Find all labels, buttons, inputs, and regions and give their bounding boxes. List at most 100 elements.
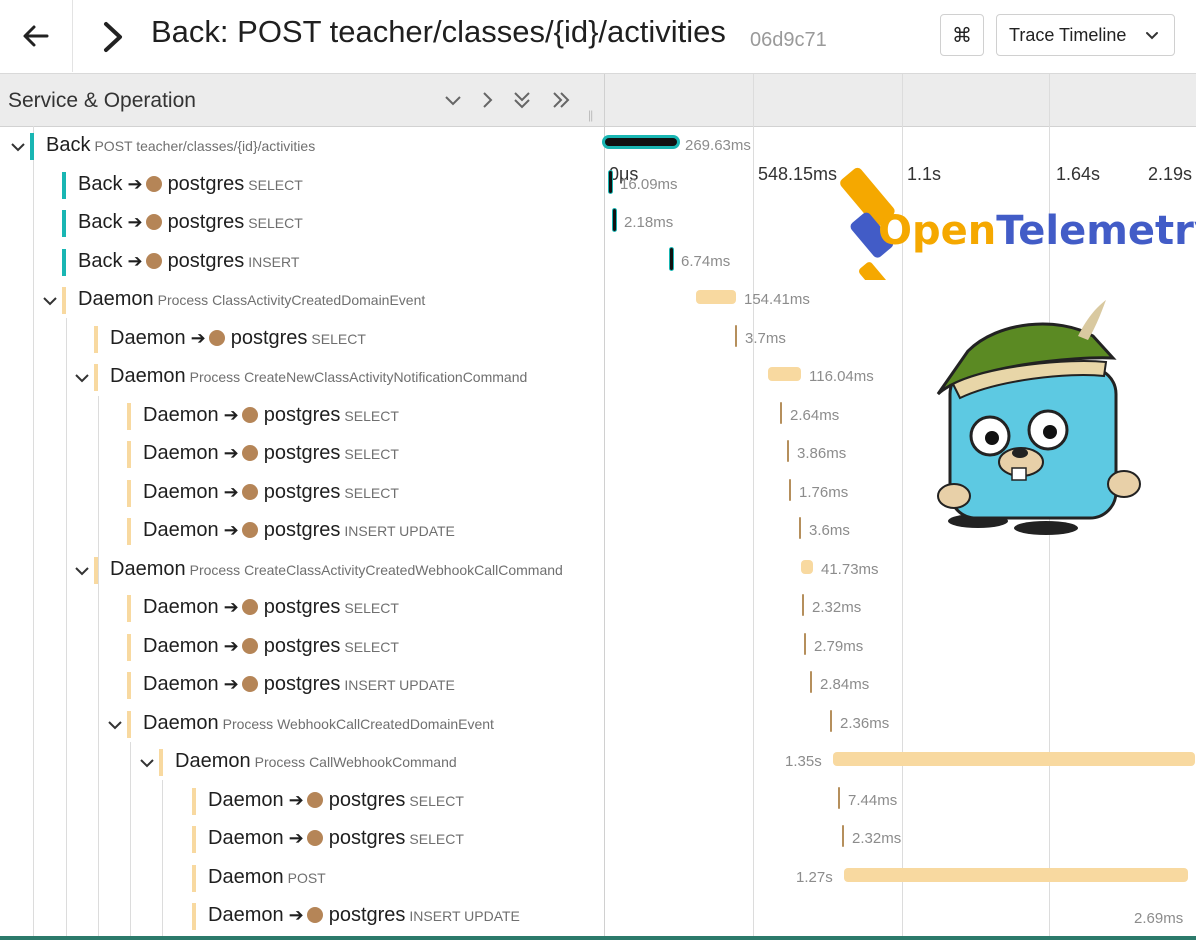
postgres-dot-icon: [145, 252, 162, 269]
service-color-bar: [94, 364, 98, 391]
service-name: Back: [46, 134, 91, 156]
span-duration: 7.44ms: [848, 791, 898, 809]
span-label: Daemon ➔ postgres SELECT: [143, 404, 399, 427]
span-row[interactable]: Daemon ➔ postgres SELECT: [0, 783, 604, 821]
sql-keyword: SELECT: [344, 638, 399, 655]
span-row[interactable]: Daemon ➔ postgres INSERT UPDATE: [0, 667, 604, 705]
span-row[interactable]: Daemon Process CallWebhookCommand: [0, 744, 604, 782]
span-duration: 2.18ms: [624, 214, 674, 231]
postgres-dot-icon: [241, 676, 258, 692]
span-row[interactable]: Back ➔ postgres SELECT: [0, 167, 604, 205]
span-label: Back ➔ postgres SELECT: [78, 173, 303, 196]
resize-grip[interactable]: ||: [588, 108, 593, 122]
service-color-bar: [127, 672, 131, 699]
view-mode-select[interactable]: Trace Timeline: [996, 14, 1175, 56]
collapse-trace-toggle[interactable]: [96, 19, 128, 55]
span-row[interactable]: Daemon ➔ postgres INSERT UPDATE: [0, 898, 604, 936]
service-color-bar: [127, 441, 131, 468]
span-bar[interactable]: [735, 324, 737, 347]
span-row[interactable]: Back ➔ postgres SELECT: [0, 205, 604, 243]
span-row[interactable]: Daemon ➔ postgres SELECT: [0, 590, 604, 628]
collapse-all-icon[interactable]: [510, 88, 534, 112]
pane-splitter[interactable]: [604, 74, 605, 940]
span-bar[interactable]: [810, 671, 812, 693]
span-bar[interactable]: [833, 752, 1195, 766]
span-bar[interactable]: [787, 440, 789, 462]
chevron-down-icon[interactable]: [105, 715, 125, 735]
span-bar[interactable]: [801, 559, 813, 574]
service-color-bar: [159, 749, 163, 776]
span-label: Daemon POST: [208, 866, 326, 889]
operation-name: Process CreateClassActivityCreatedWebhoo…: [189, 561, 563, 578]
span-bar[interactable]: [789, 478, 791, 501]
db-name: postgres: [167, 172, 245, 195]
collapse-one-icon[interactable]: [441, 88, 465, 112]
span-bar[interactable]: [605, 138, 677, 146]
span-row[interactable]: Daemon ➔ postgres SELECT: [0, 398, 604, 436]
span-row[interactable]: Daemon Process CreateClassActivityCreated…: [0, 552, 604, 590]
span-label: Daemon Process CreateNewClassActivityNoti…: [110, 365, 527, 388]
span-duration: 116.04ms: [809, 368, 874, 385]
span-row[interactable]: Daemon Process WebhookCallCreatedDomainEv…: [0, 706, 604, 744]
span-duration: 16.09ms: [620, 175, 678, 193]
span-bar[interactable]: [838, 786, 840, 809]
chevron-down-icon[interactable]: [72, 368, 92, 388]
view-mode-value: Trace Timeline: [1009, 24, 1127, 45]
span-row[interactable]: Daemon Process CreateNewClassActivityNoti…: [0, 359, 604, 397]
db-name: postgres: [167, 249, 245, 272]
postgres-dot-icon: [306, 830, 323, 846]
chevron-down-icon[interactable]: [72, 561, 92, 581]
service-color-bar: [192, 826, 196, 853]
span-duration: 2.64ms: [790, 406, 840, 424]
span-row[interactable]: Daemon ➔ postgres INSERT UPDATE: [0, 513, 604, 551]
sql-keyword: INSERT UPDATE: [344, 523, 455, 539]
span-row[interactable]: Daemon ➔ postgres SELECT: [0, 436, 604, 474]
db-name: postgres: [263, 403, 341, 426]
span-row[interactable]: Daemon ➔ postgres SELECT: [0, 821, 604, 859]
service-color-bar: [62, 171, 66, 199]
span-bar[interactable]: [696, 290, 736, 304]
span-duration: 2.79ms: [814, 637, 864, 655]
span-row[interactable]: Back POST teacher/classes/{id}/activities: [0, 128, 604, 166]
span-row[interactable]: Daemon ➔ postgres SELECT: [0, 475, 604, 513]
span-bar[interactable]: [780, 401, 782, 424]
back-button[interactable]: [0, 0, 73, 72]
chevron-down-icon[interactable]: [137, 753, 157, 773]
chevron-down-icon: [1146, 32, 1158, 40]
window-bottom-border: [0, 936, 1196, 940]
sql-keyword: SELECT: [344, 407, 399, 424]
keyboard-shortcuts-button[interactable]: ⌘: [940, 14, 984, 56]
service-color-bar: [30, 133, 34, 160]
span-bar[interactable]: [768, 367, 801, 381]
span-label: Daemon ➔ postgres INSERT UPDATE: [143, 519, 455, 542]
command-icon: ⌘: [952, 24, 972, 47]
span-bar[interactable]: [609, 170, 612, 193]
span-label: Daemon Process CallWebhookCommand: [175, 750, 457, 773]
span-row[interactable]: Daemon ➔ postgres SELECT: [0, 321, 604, 359]
service-name: Daemon: [143, 673, 219, 695]
span-row[interactable]: Daemon ➔ postgres SELECT: [0, 629, 604, 667]
span-row[interactable]: Back ➔ postgres INSERT: [0, 244, 604, 282]
arrow-right-icon: ➔: [223, 443, 239, 463]
span-row[interactable]: Daemon Process ClassActivityCreatedDomain…: [0, 282, 604, 320]
span-bar[interactable]: [844, 867, 1188, 882]
trace-header: Back: POST teacher/classes/{id}/activiti…: [0, 0, 1196, 74]
expand-one-icon[interactable]: [475, 88, 499, 112]
service-name: Daemon: [143, 519, 219, 541]
arrow-left-icon: [23, 25, 49, 47]
span-bar[interactable]: [613, 209, 616, 231]
span-label: Back ➔ postgres INSERT: [78, 250, 299, 273]
span-bar[interactable]: [802, 594, 804, 616]
span-bar[interactable]: [830, 709, 832, 732]
span-bar[interactable]: [670, 247, 673, 270]
service-name: Daemon: [143, 442, 219, 464]
span-bar[interactable]: [799, 517, 801, 539]
span-bar[interactable]: [842, 825, 844, 847]
expand-all-icon[interactable]: [549, 88, 573, 112]
service-color-bar: [127, 479, 131, 507]
span-row[interactable]: Daemon POST: [0, 860, 604, 898]
operation-name: Process CreateNewClassActivityNotificati…: [189, 369, 528, 385]
chevron-down-icon[interactable]: [40, 291, 60, 311]
chevron-down-icon[interactable]: [8, 137, 28, 157]
span-bar[interactable]: [804, 632, 806, 655]
